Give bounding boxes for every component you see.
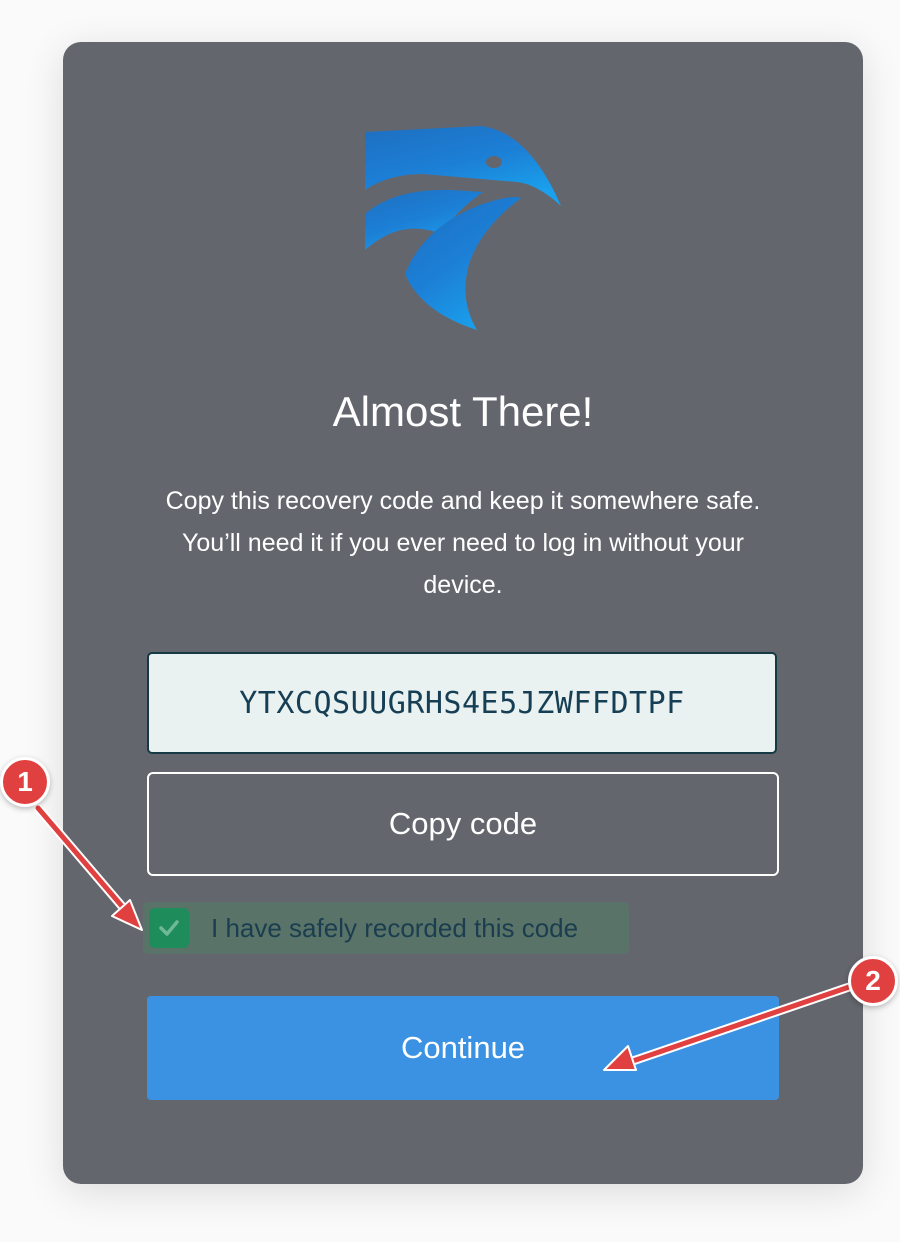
annotation-marker-2: 2 xyxy=(848,956,898,1006)
dialog-title: Almost There! xyxy=(332,388,594,435)
recovery-code-field[interactable]: YTXCQSUUGRHS4E5JZWFFDTPF xyxy=(147,652,777,754)
recovery-code-text: YTXCQSUUGRHS4E5JZWFFDTPF xyxy=(239,685,685,721)
confirm-recorded-checkbox-row[interactable]: I have safely recorded this code xyxy=(143,902,629,954)
eagle-logo-icon xyxy=(365,126,561,330)
continue-button[interactable]: Continue xyxy=(147,996,779,1100)
dialog-description: Copy this recovery code and keep it some… xyxy=(165,487,761,599)
copy-code-button[interactable]: Copy code xyxy=(147,772,779,876)
annotation-marker-1: 1 xyxy=(0,757,50,807)
confirm-recorded-label: I have safely recorded this code xyxy=(211,912,579,943)
confirm-recorded-checkbox[interactable] xyxy=(149,908,189,948)
page: Almost There! Copy this recovery code an… xyxy=(0,0,900,1242)
checkmark-icon xyxy=(159,920,179,936)
recovery-code-dialog: Almost There! Copy this recovery code an… xyxy=(63,42,863,1184)
